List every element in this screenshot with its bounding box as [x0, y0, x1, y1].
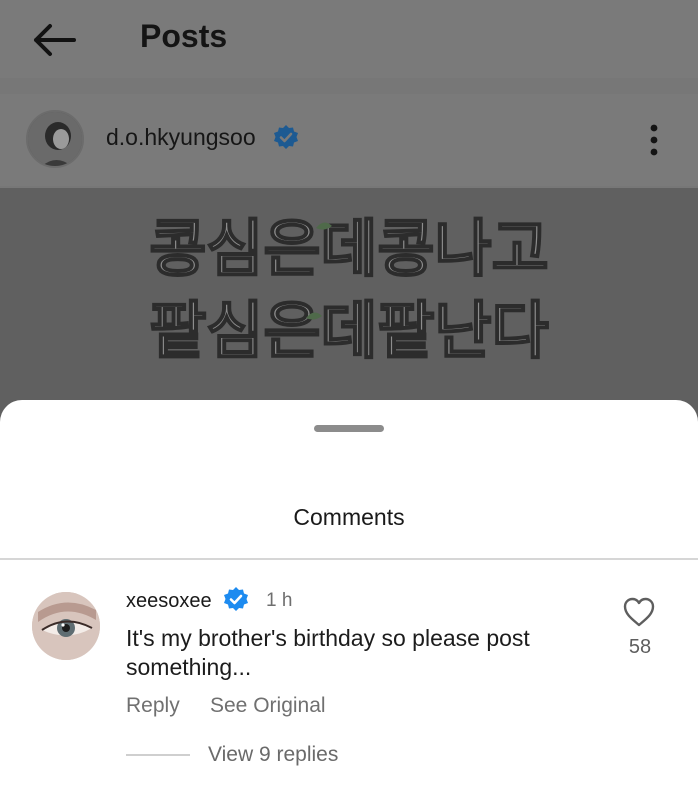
replies-divider — [126, 754, 190, 756]
divider — [0, 558, 698, 560]
artwork-line-1: 콩심은데콩나고 — [149, 212, 548, 285]
post-header: d.o.hkyungsoo — [0, 94, 698, 186]
view-replies-button[interactable]: View 9 replies — [208, 743, 338, 767]
comment-item: xeesoxee 1 h It's my brother's birthday … — [0, 586, 698, 796]
top-app-bar: Posts — [0, 0, 698, 78]
author-username[interactable]: d.o.hkyungsoo — [106, 124, 256, 151]
reply-button[interactable]: Reply — [126, 694, 180, 718]
like-button[interactable] — [622, 596, 656, 628]
more-vertical-icon — [650, 124, 658, 156]
heart-outline-icon — [623, 597, 655, 627]
avatar-image — [32, 592, 100, 660]
more-options-button[interactable] — [642, 120, 666, 160]
arrow-left-icon — [34, 24, 76, 56]
drag-handle[interactable] — [314, 425, 384, 432]
comments-sheet: Comments xeesoxee 1 h It's my brother's … — [0, 400, 698, 800]
back-button[interactable] — [28, 20, 80, 60]
comment-timestamp: 1 h — [266, 590, 293, 611]
page-title: Posts — [140, 18, 228, 54]
like-count: 58 — [628, 636, 652, 658]
commenter-username[interactable]: xeesoxee — [126, 590, 212, 613]
post-image[interactable]: 콩심은데콩나고 팥심은데팥난다 — [0, 188, 698, 428]
commenter-avatar[interactable] — [32, 592, 100, 660]
comment-text: It's my brother's birthday so please pos… — [126, 625, 530, 680]
author-avatar[interactable] — [26, 110, 84, 168]
see-original-button[interactable]: See Original — [210, 694, 326, 718]
post-image-artwork: 콩심은데콩나고 팥심은데팥난다 — [0, 188, 698, 428]
verified-badge-icon — [222, 586, 250, 614]
artwork-line-2: 팥심은데팥난다 — [149, 294, 548, 367]
verified-badge-icon — [272, 124, 300, 152]
sheet-title: Comments — [293, 504, 405, 530]
avatar-image — [28, 112, 82, 166]
